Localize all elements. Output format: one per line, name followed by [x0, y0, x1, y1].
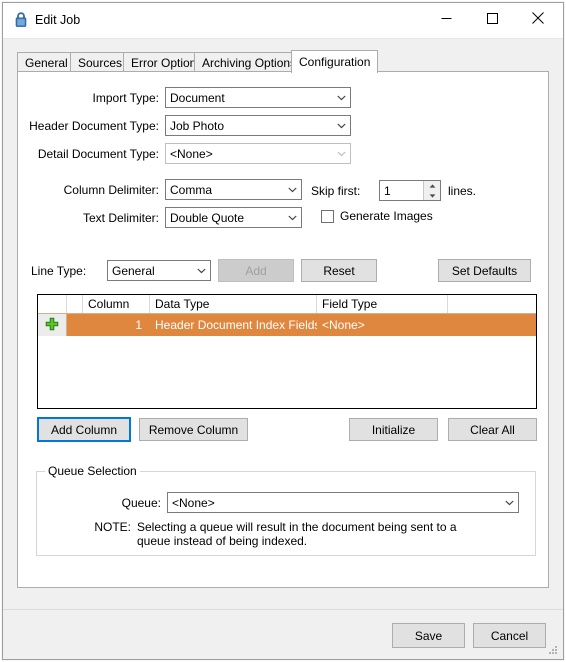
queue-label: Queue:	[121, 496, 161, 510]
save-button-label: Save	[414, 628, 443, 643]
header-document-type-label: Header Document Type:	[29, 119, 159, 133]
column-delimiter-label: Column Delimiter:	[63, 183, 159, 197]
remove-column-button-label: Remove Column	[148, 422, 239, 437]
stepper-down-icon[interactable]	[424, 191, 440, 200]
lock-icon	[13, 11, 29, 29]
tab-label: Archiving Options	[202, 55, 297, 70]
cell-field-type[interactable]: <None>	[317, 314, 448, 336]
set-defaults-button[interactable]: Set Defaults	[438, 259, 531, 282]
detail-document-type-combo[interactable]: <None>	[165, 143, 351, 164]
import-type-combo[interactable]: Document	[165, 87, 351, 108]
text-delimiter-combo[interactable]: Double Quote	[165, 207, 302, 228]
plus-icon	[45, 317, 59, 334]
add-column-button-label: Add Column	[50, 422, 118, 437]
generate-images-label: Generate Images	[340, 209, 433, 223]
maximize-button[interactable]	[469, 3, 515, 33]
chevron-down-icon	[333, 88, 350, 107]
stepper-buttons[interactable]	[423, 181, 440, 200]
initialize-button[interactable]: Initialize	[349, 418, 438, 441]
column-delimiter-value: Comma	[170, 182, 213, 197]
note-label: NOTE:	[94, 520, 131, 534]
grid-header-data-type[interactable]: Data Type	[150, 295, 317, 313]
clear-all-button[interactable]: Clear All	[448, 418, 537, 441]
queue-combo[interactable]: <None>	[167, 492, 519, 513]
add-button[interactable]: Add	[218, 259, 294, 282]
row-indicator-cell[interactable]	[38, 314, 67, 336]
initialize-button-label: Initialize	[371, 422, 416, 437]
grid-header-row: Column Data Type Field Type	[38, 295, 536, 314]
grid-header-indicator[interactable]	[38, 295, 67, 313]
header-document-type-combo[interactable]: Job Photo	[165, 115, 351, 136]
add-column-button[interactable]: Add Column	[37, 417, 131, 442]
skip-first-suffix-label: lines.	[448, 184, 477, 198]
clear-all-button-label: Clear All	[470, 422, 515, 437]
columns-grid[interactable]: Column Data Type Field Type 1 Header Doc…	[37, 294, 537, 409]
configuration-panel: Import Type: Document Header Document Ty…	[17, 71, 549, 588]
tab-label: Configuration	[299, 55, 371, 69]
import-type-value: Document	[170, 90, 225, 105]
skip-first-value: 1	[384, 184, 391, 198]
text-delimiter-label: Text Delimiter:	[82, 211, 159, 225]
chevron-down-icon	[284, 208, 301, 227]
footer-separator	[3, 609, 563, 610]
add-button-label: Add	[245, 263, 267, 278]
line-type-label: Line Type:	[31, 264, 87, 278]
detail-document-type-value: <None>	[170, 146, 213, 161]
generate-images-checkbox[interactable]	[321, 210, 334, 223]
chevron-down-icon	[333, 116, 350, 135]
skip-first-stepper[interactable]: 1	[379, 180, 441, 201]
reset-button-label: Reset	[323, 263, 355, 278]
save-button[interactable]: Save	[392, 623, 465, 648]
edit-job-dialog: Edit Job General Sources Error Options A…	[2, 2, 564, 660]
queue-selection-title: Queue Selection	[45, 464, 140, 478]
tab-label: Error Options	[131, 55, 203, 70]
reset-button[interactable]: Reset	[301, 259, 377, 282]
chevron-down-icon	[193, 261, 210, 280]
cancel-button[interactable]: Cancel	[473, 623, 546, 648]
close-button[interactable]	[515, 3, 561, 33]
minimize-button[interactable]	[423, 3, 469, 33]
chevron-down-icon	[284, 180, 301, 199]
resize-grip[interactable]	[547, 644, 559, 656]
note-line-2: queue instead of being indexed.	[137, 534, 308, 548]
queue-value: <None>	[172, 495, 215, 510]
title-bar: Edit Job	[3, 3, 563, 39]
line-type-combo[interactable]: General	[107, 260, 211, 281]
table-row[interactable]: 1 Header Document Index Fields <None>	[38, 314, 536, 336]
tab-strip: General Sources Error Options Archiving …	[17, 50, 549, 73]
skip-first-label: Skip first:	[311, 184, 361, 198]
window-title: Edit Job	[35, 13, 81, 27]
grid-header-spacer[interactable]	[67, 295, 83, 313]
queue-selection-group: Queue Selection Queue: <None> NOTE: Sele…	[36, 464, 536, 556]
stepper-up-icon[interactable]	[424, 181, 440, 190]
text-delimiter-value: Double Quote	[170, 210, 245, 225]
line-type-value: General	[112, 263, 155, 278]
grid-header-field-type[interactable]: Field Type	[317, 295, 448, 313]
chevron-down-icon	[501, 493, 518, 512]
grid-header-column[interactable]: Column	[83, 295, 150, 313]
tab-sources[interactable]: Sources	[70, 52, 131, 72]
tab-label: General	[25, 55, 68, 70]
tab-archiving-options[interactable]: Archiving Options	[194, 52, 305, 72]
tab-configuration[interactable]: Configuration	[291, 50, 379, 73]
cancel-button-label: Cancel	[490, 628, 529, 643]
import-type-label: Import Type:	[92, 91, 159, 105]
cell-column[interactable]: 1	[83, 314, 150, 336]
tab-general[interactable]: General	[17, 52, 76, 72]
chevron-down-icon	[333, 144, 350, 163]
set-defaults-button-label: Set Defaults	[451, 263, 518, 278]
remove-column-button[interactable]: Remove Column	[139, 418, 248, 441]
grid-header-filler[interactable]	[448, 295, 536, 313]
header-document-type-value: Job Photo	[170, 118, 225, 133]
tab-label: Sources	[78, 55, 123, 70]
note-line-1: Selecting a queue will result in the doc…	[137, 520, 457, 534]
detail-document-type-label: Detail Document Type:	[37, 147, 159, 161]
cell-data-type[interactable]: Header Document Index Fields	[150, 314, 317, 336]
column-delimiter-combo[interactable]: Comma	[165, 179, 302, 200]
